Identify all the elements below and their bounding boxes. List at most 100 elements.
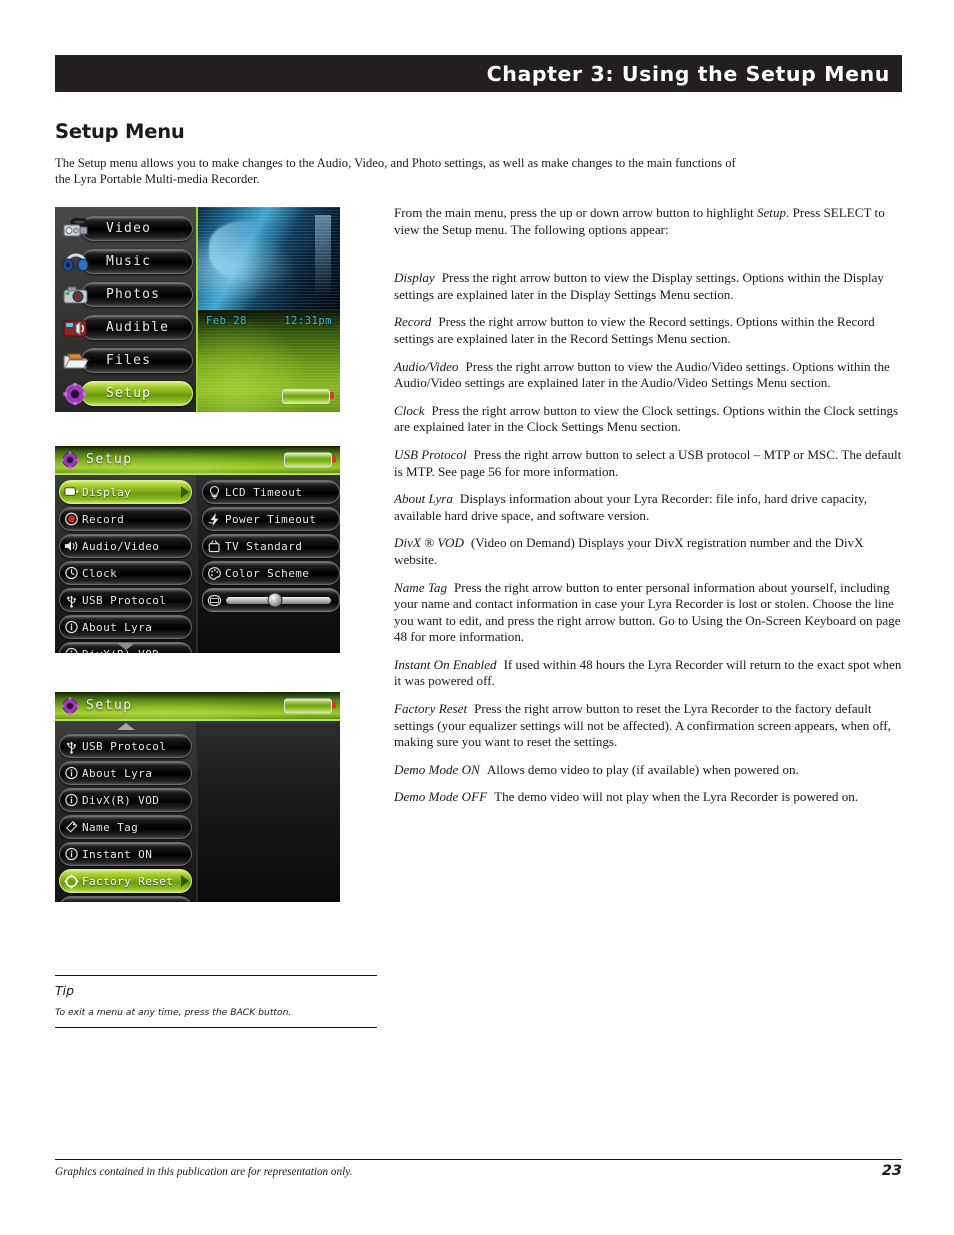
setup-item-label: USB Protocol	[82, 593, 167, 607]
bolt-icon	[207, 512, 222, 527]
info-icon	[64, 766, 79, 780]
slider-track[interactable]	[226, 592, 331, 608]
term-text: Press the right arrow button to enter pe…	[394, 579, 901, 645]
body-item-audio-video: Audio/Video Press the right arrow button …	[394, 359, 902, 392]
menu-pill-selected[interactable]: Setup	[81, 381, 193, 406]
setup-pill[interactable]: Color Scheme	[202, 561, 340, 585]
battery-indicator	[284, 698, 336, 713]
slider-knob[interactable]	[267, 592, 283, 608]
setup-item-brightness-slider[interactable]	[202, 588, 340, 612]
setup-pill[interactable]: DivX(R) VOD	[59, 788, 192, 812]
setup-pill[interactable]: Clock	[59, 561, 192, 585]
usb-icon	[64, 739, 79, 754]
setup-item-color-scheme[interactable]: Color Scheme	[202, 561, 340, 585]
setup-item-label: Clock	[82, 566, 118, 580]
term-text: Allows demo video to play (if available)…	[486, 761, 799, 777]
term-label: Clock	[394, 402, 425, 418]
setup-item-record[interactable]: Record	[59, 507, 192, 531]
menu-pill[interactable]: Video	[81, 216, 193, 241]
setup-item-about-lyra[interactable]: About Lyra	[59, 615, 192, 639]
main-menu-preview-panel: Feb 28 12:31pm	[198, 207, 340, 412]
setup-item-name-tag[interactable]: Name Tag	[59, 815, 192, 839]
setup-pill[interactable]: Instant ON	[59, 842, 192, 866]
setup-item-divx-vod[interactable]: DivX(R) VOD	[59, 788, 192, 812]
setup-left-column: USB Protocol About Lyra DivX(R) VOD Name…	[55, 721, 198, 902]
setup-pill[interactable]: USB Protocol	[59, 588, 192, 612]
footer-note: Graphics contained in this publication a…	[55, 1166, 353, 1178]
setup-pill[interactable]: About Lyra	[59, 615, 192, 639]
body-item-about-lyra: About Lyra Displays information about you…	[394, 491, 902, 524]
main-menu-item-files[interactable]: Files	[61, 346, 193, 375]
main-menu-label: Photos	[106, 287, 161, 302]
record-dot-icon	[64, 512, 79, 526]
bulb-icon	[207, 485, 222, 500]
setup-item-demo-mode[interactable]: Demo Mode	[59, 896, 192, 902]
setup-item-label: USB Protocol	[82, 739, 167, 753]
brightness-slider[interactable]	[202, 588, 340, 612]
term-text: The demo video will not play when the Ly…	[494, 789, 859, 805]
setup-pill[interactable]: Audio/Video	[59, 534, 192, 558]
setup-left-items: USB Protocol About Lyra DivX(R) VOD Name…	[59, 734, 192, 902]
setup-left-items: Display Record Audio/Video Clock USB Pro…	[59, 480, 192, 653]
setup-pill-selected[interactable]: Display	[59, 480, 192, 504]
screenshot-main-menu: Video Music Photos Audible Files Setup F…	[55, 207, 340, 412]
headphones-icon	[61, 247, 91, 276]
scroll-up-icon[interactable]	[116, 723, 135, 730]
screenshot-setup-page-1: Setup Display Record Audio/Video Clock U…	[55, 446, 340, 653]
menu-pill[interactable]: Music	[81, 249, 193, 274]
setup-pill[interactable]: LCD Timeout	[202, 480, 340, 504]
term-text: Press the right arrow button to view the…	[394, 402, 899, 435]
menu-pill[interactable]: Files	[81, 348, 193, 373]
setup-item-about-lyra[interactable]: About Lyra	[59, 761, 192, 785]
main-menu-item-setup[interactable]: Setup	[61, 379, 193, 408]
setup-item-display[interactable]: Display	[59, 480, 192, 504]
main-menu-items: Video Music Photos Audible Files Setup	[61, 214, 193, 412]
setup-pill-selected[interactable]: Factory Reset	[59, 869, 192, 893]
info-icon	[64, 793, 79, 807]
menu-pill[interactable]: Audible	[81, 315, 193, 340]
setup-pill[interactable]: USB Protocol	[59, 734, 192, 758]
term-text: Press the right arrow button to reset th…	[394, 701, 891, 750]
body-item-display: Display Press the right arrow button to v…	[394, 270, 902, 303]
setup-pill[interactable]: Record	[59, 507, 192, 531]
term-label: Demo Mode ON	[394, 761, 480, 777]
speaker-device-icon	[61, 313, 91, 342]
menu-pill[interactable]: Photos	[81, 282, 193, 307]
body-item-clock: Clock Press the right arrow button to vie…	[394, 403, 902, 436]
setup-item-lcd-timeout[interactable]: LCD Timeout	[202, 480, 340, 504]
setup-body: Display Record Audio/Video Clock USB Pro…	[55, 475, 340, 653]
tip-block: Tip To exit a menu at any time, press th…	[55, 975, 377, 1028]
setup-item-audio-video[interactable]: Audio/Video	[59, 534, 192, 558]
main-menu-item-music[interactable]: Music	[61, 247, 193, 276]
main-menu-item-video[interactable]: Video	[61, 214, 193, 243]
setup-item-label: About Lyra	[82, 620, 153, 634]
setup-title: Setup	[86, 452, 133, 467]
setup-pill[interactable]: Power Timeout	[202, 507, 340, 531]
main-menu-item-audible[interactable]: Audible	[61, 313, 193, 342]
setup-item-clock[interactable]: Clock	[59, 561, 192, 585]
setup-item-usb-protocol[interactable]: USB Protocol	[59, 588, 192, 612]
setup-item-label: TV Standard	[225, 539, 303, 553]
setup-item-factory-reset[interactable]: Factory Reset	[59, 869, 192, 893]
body-item-divx-vod: DivX ® VOD (Video on Demand) Displays you…	[394, 535, 902, 568]
setup-item-instant-on[interactable]: Instant ON	[59, 842, 192, 866]
setup-item-usb-protocol[interactable]: USB Protocol	[59, 734, 192, 758]
setup-item-label: Audio/Video	[82, 539, 160, 553]
setup-right-items: LCD Timeout Power Timeout TV Standard Co…	[202, 480, 340, 615]
setup-item-power-timeout[interactable]: Power Timeout	[202, 507, 340, 531]
setup-item-label: DivX(R) VOD	[82, 793, 160, 807]
setup-pill[interactable]: TV Standard	[202, 534, 340, 558]
term-text: Press the right arrow button to view the…	[394, 358, 890, 391]
speaker-icon	[64, 539, 79, 553]
info-icon	[64, 620, 79, 634]
main-menu-item-photos[interactable]: Photos	[61, 280, 193, 309]
gear-icon	[60, 696, 80, 716]
setup-pill[interactable]: About Lyra	[59, 761, 192, 785]
usb-icon	[64, 593, 79, 608]
setup-pill[interactable]: Demo Mode	[59, 896, 192, 902]
term-text: Press the right arrow button to view the…	[394, 314, 875, 346]
setup-item-tv-standard[interactable]: TV Standard	[202, 534, 340, 558]
setup-left-column: Display Record Audio/Video Clock USB Pro…	[55, 475, 198, 653]
setup-pill[interactable]: Name Tag	[59, 815, 192, 839]
setup-item-label: Display	[82, 485, 132, 499]
